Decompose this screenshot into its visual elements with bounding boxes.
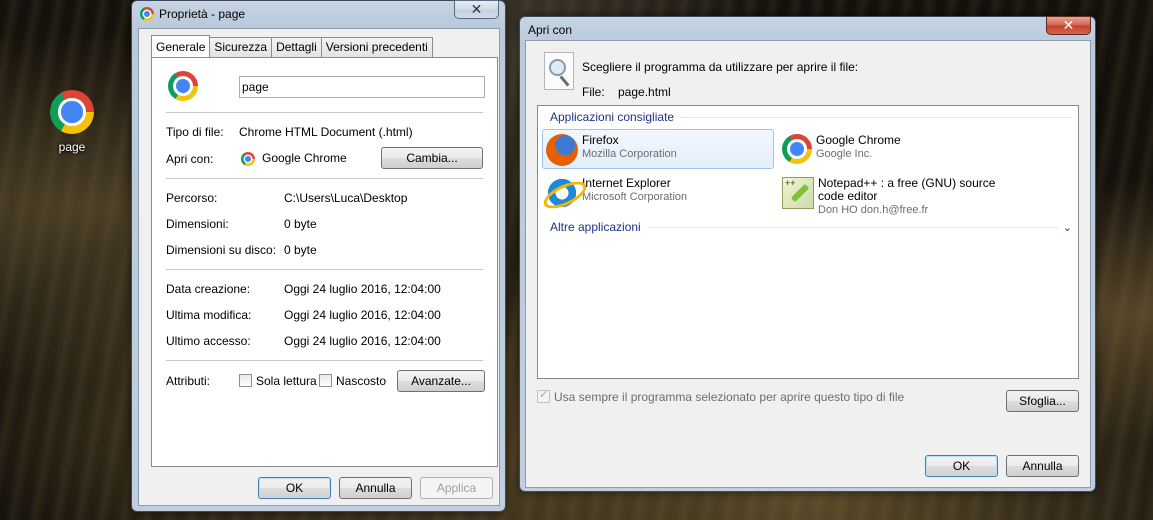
properties-client: Generale Sicurezza Dettagli Versioni pre… [138, 28, 500, 506]
file-name-field[interactable]: page [239, 76, 485, 98]
advanced-button[interactable]: Avanzate... [397, 370, 485, 392]
hidden-checkbox[interactable]: Nascosto [319, 374, 386, 388]
tab-generale[interactable]: Generale [151, 35, 211, 57]
opens-with-label: Apri con: [166, 152, 214, 166]
properties-title: Proprietà - page [140, 7, 245, 21]
accessed-value: Oggi 24 luglio 2016, 12:04:00 [284, 334, 441, 348]
app-item-google-chrome[interactable]: Google Chrome Google Inc. [778, 129, 1010, 169]
instruction-text: Scegliere il programma da utilizzare per… [582, 60, 859, 74]
file-type-label: Tipo di file: [166, 125, 224, 139]
file-type-value: Chrome HTML Document (.html) [239, 125, 413, 139]
chevron-down-icon[interactable]: ⌄ [1063, 221, 1072, 234]
search-file-icon [544, 52, 574, 90]
chrome-icon [241, 152, 255, 166]
app-publisher: Don HO don.h@free.fr [818, 204, 929, 216]
close-button[interactable]: ✕ [454, 0, 499, 19]
modified-label: Ultima modifica: [166, 308, 252, 322]
size-on-disk-label: Dimensioni su disco: [166, 243, 277, 257]
app-name: Firefox [582, 133, 619, 147]
location-label: Percorso: [166, 191, 218, 205]
separator [166, 269, 483, 270]
size-value: 0 byte [284, 217, 317, 231]
opens-with-value: Google Chrome [262, 151, 347, 165]
checkbox-box[interactable] [537, 388, 550, 403]
tab-sicurezza[interactable]: Sicurezza [209, 37, 273, 57]
firefox-icon [546, 134, 578, 166]
general-tab-page: page Tipo di file: Chrome HTML Document … [151, 57, 498, 467]
size-on-disk-value: 0 byte [284, 243, 317, 257]
other-header-text: Altre applicazioni [550, 220, 641, 234]
chrome-icon [140, 7, 154, 21]
recommended-group-header[interactable]: Applicazioni consigliate [550, 110, 1072, 124]
program-list[interactable]: Applicazioni consigliate Firefox Mozilla… [537, 105, 1079, 379]
file-value: page.html [618, 85, 671, 99]
tab-dettagli[interactable]: Dettagli [271, 37, 322, 57]
app-publisher: Mozilla Corporation [582, 148, 677, 160]
app-item-notepad-plus-plus[interactable]: Notepad++ : a free (GNU) source code edi… [778, 172, 1010, 218]
modified-value: Oggi 24 luglio 2016, 12:04:00 [284, 308, 441, 322]
separator [166, 360, 483, 361]
recommended-header-text: Applicazioni consigliate [550, 110, 675, 124]
chrome-icon [782, 134, 812, 164]
checkbox-box[interactable] [239, 374, 252, 387]
readonly-checkbox[interactable]: Sola lettura [239, 374, 317, 388]
browse-button[interactable]: Sfoglia... [1006, 390, 1079, 412]
app-publisher: Microsoft Corporation [582, 191, 688, 203]
checkbox-box[interactable] [319, 374, 332, 387]
accessed-label: Ultimo accesso: [166, 334, 251, 348]
file-label: File: [582, 85, 605, 99]
separator [166, 178, 483, 179]
cancel-button[interactable]: Annulla [339, 477, 412, 499]
properties-title-text: Proprietà - page [159, 7, 246, 21]
open-with-title: Apri con [528, 23, 572, 37]
separator [166, 112, 483, 113]
readonly-label: Sola lettura [256, 374, 317, 388]
attributes-label: Attributi: [166, 374, 211, 388]
chrome-icon [50, 90, 94, 134]
open-with-client: Scegliere il programma da utilizzare per… [525, 40, 1091, 488]
properties-dialog: Proprietà - page ✕ Generale Sicurezza De… [131, 0, 506, 512]
app-publisher: Google Inc. [816, 148, 873, 160]
tab-versioni-precedenti[interactable]: Versioni precedenti [320, 37, 433, 57]
created-label: Data creazione: [166, 282, 251, 296]
always-use-checkbox[interactable]: Usa sempre il programma selezionato per … [537, 388, 905, 404]
open-with-dialog: Apri con ✕ Scegliere il programma da uti… [519, 16, 1096, 492]
app-item-firefox[interactable]: Firefox Mozilla Corporation [542, 129, 774, 169]
desktop-file-icon[interactable]: page [44, 90, 100, 154]
desktop-icon-label: page [58, 140, 86, 154]
internet-explorer-icon [546, 177, 578, 209]
open-with-title-text: Apri con [528, 23, 573, 37]
size-label: Dimensioni: [166, 217, 229, 231]
app-name: Internet Explorer [582, 176, 671, 190]
ok-button[interactable]: OK [258, 477, 331, 499]
close-button[interactable]: ✕ [1046, 16, 1091, 35]
app-name: Notepad++ : a free (GNU) source code edi… [818, 176, 996, 203]
apply-button[interactable]: Applica [420, 477, 493, 499]
location-value: C:\Users\Luca\Desktop [284, 191, 408, 205]
other-apps-group-header[interactable]: Altre applicazioni ⌄ [550, 220, 1072, 234]
notepad-plus-plus-icon [782, 177, 814, 209]
app-item-internet-explorer[interactable]: Internet Explorer Microsoft Corporation [542, 172, 774, 212]
change-button[interactable]: Cambia... [381, 147, 483, 169]
ok-button[interactable]: OK [925, 455, 998, 477]
cancel-button[interactable]: Annulla [1006, 455, 1079, 477]
file-type-icon [168, 71, 198, 101]
tab-strip: Generale Sicurezza Dettagli Versioni pre… [151, 35, 433, 57]
always-use-label: Usa sempre il programma selezionato per … [554, 390, 905, 404]
hidden-label: Nascosto [336, 374, 387, 388]
app-name: Google Chrome [816, 133, 901, 147]
created-value: Oggi 24 luglio 2016, 12:04:00 [284, 282, 441, 296]
